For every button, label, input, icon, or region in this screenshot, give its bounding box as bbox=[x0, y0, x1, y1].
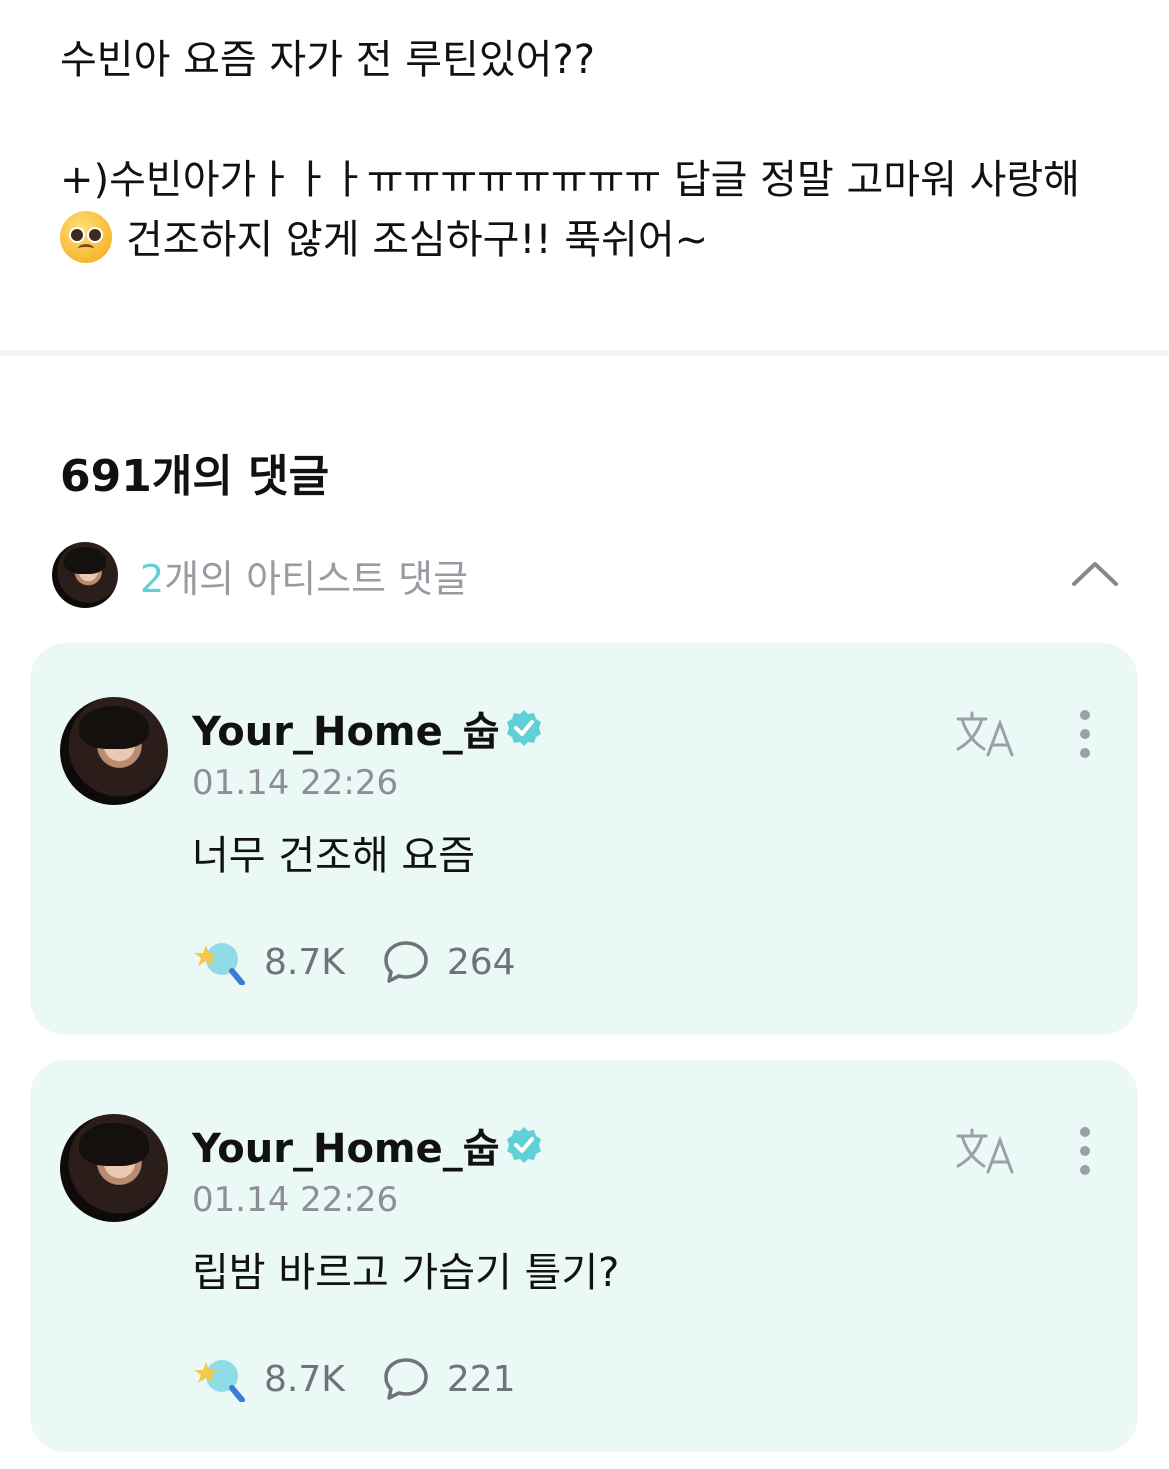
post-body: 수빈아 요즘 자가 전 루틴있어?? +)수빈아가ㅏㅏㅏㅠㅠㅠㅠㅠㅠㅠㅠ 답글 … bbox=[60, 30, 1120, 270]
comment-stats: 8.7K 264 bbox=[192, 939, 516, 985]
comment-text: 너무 건조해 요즘 bbox=[192, 833, 476, 879]
author-name[interactable]: Your_Home_숩 bbox=[192, 1116, 500, 1174]
reply-count[interactable]: 221 bbox=[447, 1359, 516, 1400]
post-line-1: 수빈아 요즘 자가 전 루틴있어?? bbox=[60, 37, 595, 83]
reply-bubble-icon[interactable] bbox=[383, 940, 429, 984]
avatar[interactable] bbox=[60, 697, 168, 805]
artist-comment-card: Your_Home_숩 01.14 22:26 립밤 바르고 가습기 틀기? 8… bbox=[30, 1060, 1138, 1452]
comment-timestamp: 01.14 22:26 bbox=[192, 763, 399, 803]
cheer-like-icon[interactable] bbox=[192, 939, 246, 985]
verified-badge-icon bbox=[506, 1127, 541, 1163]
artist-avatar bbox=[52, 542, 118, 608]
chevron-up-icon[interactable] bbox=[1070, 550, 1120, 600]
post-line-2: +)수빈아가ㅏㅏㅏㅠㅠㅠㅠㅠㅠㅠㅠ 답글 정말 고마워 사랑해 bbox=[60, 157, 1080, 203]
comment-text: 립밤 바르고 가습기 틀기? bbox=[192, 1250, 620, 1296]
like-count: 8.7K bbox=[264, 1358, 345, 1400]
artist-comments-suffix: 개의 아티스트 댓글 bbox=[164, 556, 469, 601]
comment-stats: 8.7K 221 bbox=[192, 1356, 516, 1402]
reply-count[interactable]: 264 bbox=[447, 942, 516, 983]
artist-comment-card: Your_Home_숩 01.14 22:26 너무 건조해 요즘 8.7K 2… bbox=[30, 643, 1138, 1035]
comments-count-heading: 691개의 댓글 bbox=[60, 451, 330, 502]
avatar[interactable] bbox=[60, 1114, 168, 1222]
comment-timestamp: 01.14 22:26 bbox=[192, 1180, 399, 1220]
cheer-like-icon[interactable] bbox=[192, 1356, 246, 1402]
post-line-3: 건조하지 않게 조심하구!! 푹쉬어~ bbox=[126, 217, 709, 263]
more-options-icon[interactable] bbox=[1070, 1126, 1100, 1176]
reply-bubble-icon[interactable] bbox=[383, 1357, 429, 1401]
author-name[interactable]: Your_Home_숩 bbox=[192, 699, 500, 757]
artist-comments-summary[interactable]: 2개의 아티스트 댓글 bbox=[52, 542, 1120, 608]
pleading-face-emoji-icon bbox=[60, 211, 112, 263]
author-row: Your_Home_숩 bbox=[192, 1116, 544, 1174]
verified-badge-icon bbox=[506, 710, 541, 746]
like-count: 8.7K bbox=[264, 941, 345, 983]
artist-comments-count: 2 bbox=[140, 556, 165, 601]
more-options-icon[interactable] bbox=[1070, 709, 1100, 759]
author-row: Your_Home_숩 bbox=[192, 699, 544, 757]
translate-icon[interactable] bbox=[954, 1126, 1018, 1176]
artist-comments-label: 2개의 아티스트 댓글 bbox=[140, 548, 468, 603]
section-divider bbox=[0, 350, 1169, 356]
translate-icon[interactable] bbox=[954, 709, 1018, 759]
post-line-3-wrap: 건조하지 않게 조심하구!! 푹쉬어~ bbox=[60, 210, 1120, 270]
